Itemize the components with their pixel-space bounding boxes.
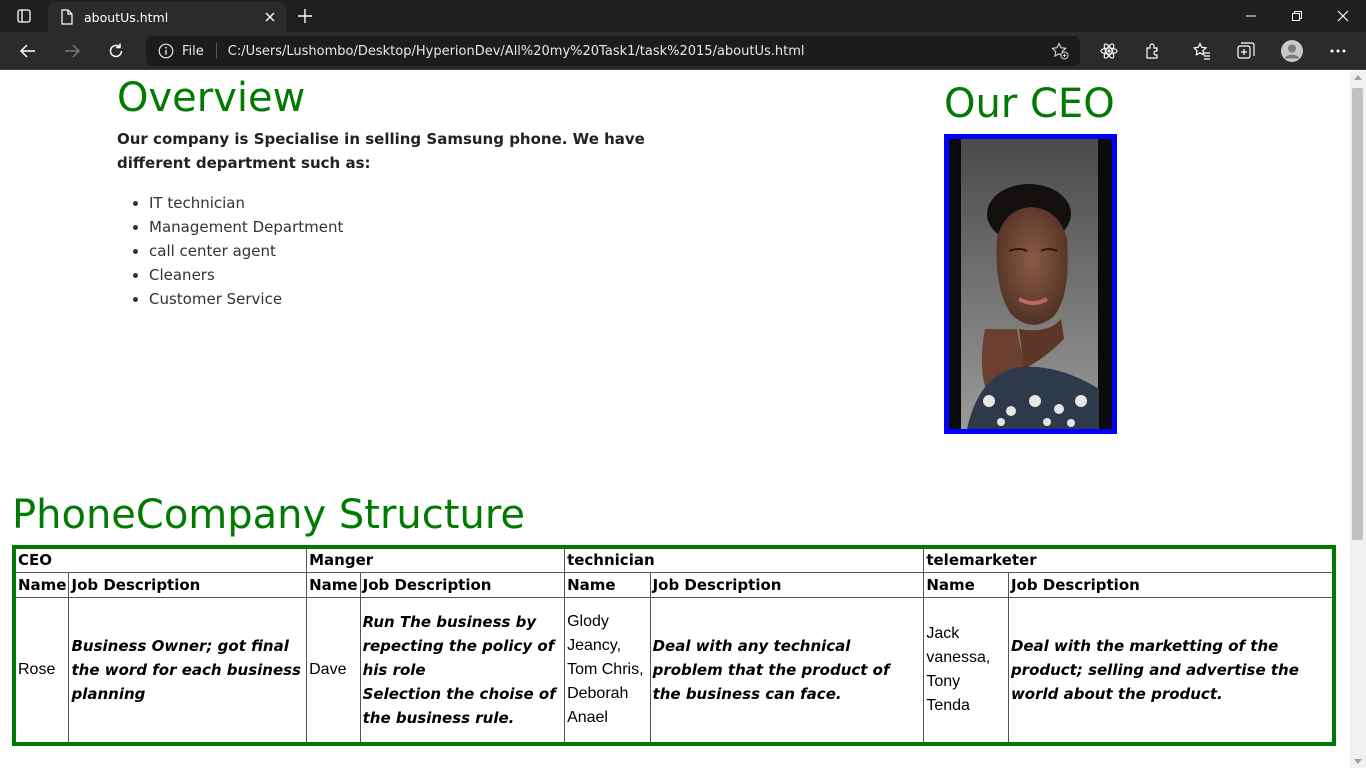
table-header: Manger (306, 546, 566, 573)
browser-toolbar: File C:/Users/Lushombo/Desktop/HyperionD… (0, 32, 1366, 70)
list-item: Management Department (149, 215, 343, 239)
table-cell: Business Owner; got final the word for e… (68, 597, 308, 745)
back-icon[interactable] (12, 37, 44, 65)
info-icon[interactable] (158, 43, 174, 59)
close-window-icon[interactable] (1320, 0, 1366, 32)
vertical-scrollbar[interactable] (1350, 71, 1366, 768)
table-header: Job Description (359, 571, 566, 599)
table-row: Name Job Description Name Job Descriptio… (13, 571, 1335, 599)
tab-title: aboutUs.html (84, 9, 169, 25)
ceo-portrait-image (949, 139, 1112, 429)
address-bar[interactable]: File C:/Users/Lushombo/Desktop/HyperionD… (146, 36, 1080, 66)
browser-tab[interactable]: aboutUs.html (48, 2, 286, 32)
refresh-icon[interactable] (100, 37, 132, 65)
address-separator (215, 43, 217, 59)
ceo-heading: Our CEO (944, 81, 1115, 127)
table-header: Job Description (649, 571, 925, 599)
address-url[interactable]: C:/Users/Lushombo/Desktop/HyperionDev/Al… (228, 44, 1046, 59)
department-list: IT technician Management Department call… (117, 191, 343, 311)
table-header: Job Description (68, 571, 308, 599)
close-tab-icon[interactable] (258, 5, 282, 29)
scrollbar-thumb[interactable] (1352, 88, 1363, 540)
table-header: technician (564, 546, 925, 573)
table-header: Job Description (1007, 571, 1335, 599)
address-scheme: File (182, 43, 204, 59)
table-cell: Rose (13, 597, 70, 745)
table-header: telemarketer (923, 546, 1335, 573)
structure-heading: PhoneCompany Structure (12, 492, 525, 538)
file-icon (61, 9, 73, 25)
table-cell: Deal with the marketting of the product;… (1007, 597, 1335, 745)
list-item: Cleaners (149, 263, 343, 287)
scroll-down-icon[interactable] (1354, 759, 1362, 764)
table-header: Name (13, 571, 70, 599)
table-header: Name (564, 571, 651, 599)
extensions-icon[interactable] (1137, 37, 1169, 65)
add-favorite-icon[interactable] (1046, 37, 1074, 65)
react-devtools-icon[interactable] (1093, 37, 1125, 65)
ceo-photo (944, 134, 1117, 434)
favorites-icon[interactable] (1186, 37, 1218, 65)
browser-tab-bar: aboutUs.html (0, 0, 1366, 32)
list-item: call center agent (149, 239, 343, 263)
overview-heading: Overview (117, 75, 306, 121)
description-line: Selection the choise of the business rul… (362, 685, 556, 727)
company-structure-table: CEO Manger technician telemarketer Name … (12, 545, 1336, 746)
restore-icon[interactable] (1274, 0, 1320, 32)
page-content: Overview Our company is Specialise in se… (0, 71, 1350, 768)
profile-avatar-icon[interactable] (1276, 37, 1308, 65)
table-header: CEO (13, 546, 308, 573)
minimize-icon[interactable] (1228, 0, 1274, 32)
tab-actions-icon[interactable] (8, 4, 40, 28)
more-menu-icon[interactable] (1322, 37, 1354, 65)
table-cell: Deal with any technical problem that the… (649, 597, 925, 745)
new-tab-icon[interactable] (292, 4, 318, 28)
collections-icon[interactable] (1230, 37, 1262, 65)
table-header: Name (306, 571, 361, 599)
table-row: CEO Manger technician telemarketer (13, 546, 1335, 573)
list-item: IT technician (149, 191, 343, 215)
table-header: Name (923, 571, 1009, 599)
table-row: Rose Business Owner; got final the word … (13, 597, 1335, 745)
table-cell: Run The business by repecting the policy… (359, 597, 566, 745)
scroll-up-icon[interactable] (1354, 75, 1362, 80)
table-cell: Dave (306, 597, 361, 745)
forward-icon[interactable] (56, 37, 88, 65)
description-line: Run The business by repecting the policy… (362, 613, 555, 679)
table-cell: Glody Jeancy, Tom Chris, Deborah Anael (564, 597, 651, 745)
list-item: Customer Service (149, 287, 343, 311)
table-cell: Jack vanessa, Tony Tenda (923, 597, 1009, 745)
company-intro: Our company is Specialise in selling Sam… (117, 130, 645, 172)
